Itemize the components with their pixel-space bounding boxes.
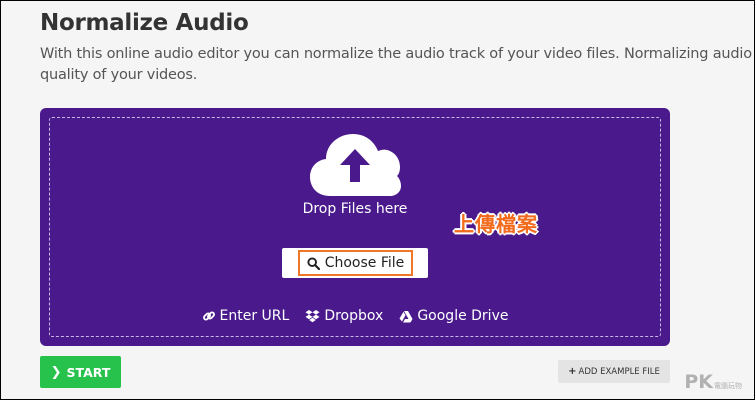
description-line-2: quality of your videos. (40, 67, 198, 83)
dropbox-label: Dropbox (324, 308, 384, 324)
chevron-right-icon: ❯ (50, 364, 62, 380)
plus-icon: + (568, 366, 577, 377)
search-icon (307, 256, 320, 270)
start-button[interactable]: ❯ START (40, 356, 121, 388)
add-example-file-label: ADD EXAMPLE FILE (578, 366, 660, 377)
watermark-text: PK (684, 371, 713, 393)
add-example-file-button[interactable]: + ADD EXAMPLE FILE (558, 360, 670, 383)
drop-files-text: Drop Files here (302, 201, 408, 217)
watermark-logo: PK電腦玩物 (684, 371, 742, 393)
upload-annotation: 上傳檔案 (454, 212, 538, 236)
google-drive-icon (399, 310, 413, 322)
description-line-1: With this online audio editor you can no… (40, 46, 755, 62)
choose-file-container[interactable]: Choose File (282, 248, 428, 278)
start-label: START (66, 364, 111, 380)
google-drive-label: Google Drive (417, 308, 509, 324)
cloud-upload-icon (310, 134, 401, 196)
choose-file-button[interactable]: Choose File (298, 250, 413, 276)
watermark-small-text: 電腦玩物 (714, 382, 742, 390)
enter-url-link[interactable]: Enter URL (202, 308, 290, 324)
enter-url-label: Enter URL (219, 308, 290, 324)
app-window: Normalize Audio With this online audio e… (0, 0, 755, 400)
link-icon (202, 311, 215, 321)
upload-dropzone[interactable]: Drop Files here 上傳檔案 Choose File Enter U… (40, 108, 670, 346)
google-drive-link[interactable]: Google Drive (399, 308, 508, 324)
page-description: With this online audio editor you can no… (40, 44, 755, 86)
dropbox-link[interactable]: Dropbox (305, 308, 383, 324)
choose-file-label: Choose File (324, 255, 405, 271)
upload-sources: Enter URL Dropbox Google Drive (40, 308, 670, 324)
page-title: Normalize Audio (40, 10, 249, 36)
dropbox-icon (305, 310, 320, 323)
